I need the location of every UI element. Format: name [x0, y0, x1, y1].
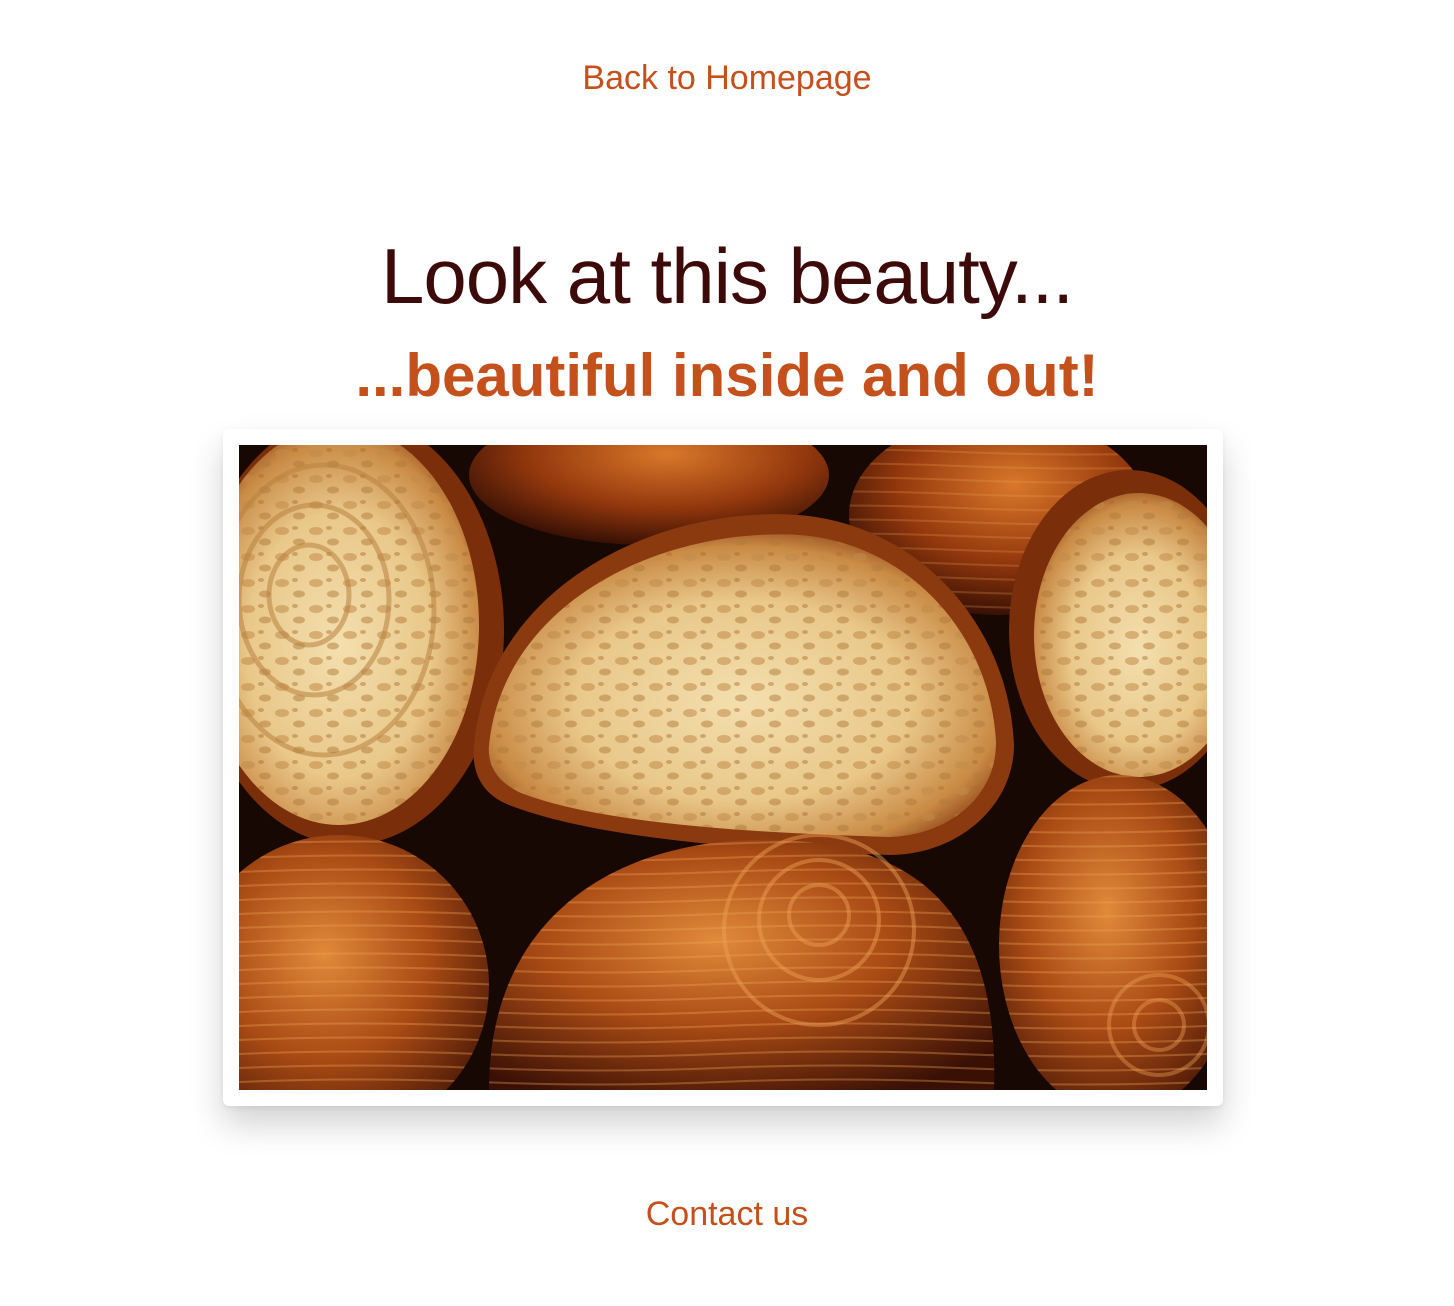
photo-card [223, 429, 1223, 1106]
croissant-illustration [239, 445, 1207, 1090]
page-subtitle: ...beautiful inside and out! [355, 342, 1099, 409]
croissant-photo [239, 445, 1207, 1090]
page-title: Look at this beauty... [381, 232, 1074, 320]
page: Back to Homepage Look at this beauty... … [0, 0, 1454, 1306]
contact-us-link[interactable]: Contact us [0, 1192, 1454, 1236]
back-to-homepage-link[interactable]: Back to Homepage [0, 56, 1454, 100]
